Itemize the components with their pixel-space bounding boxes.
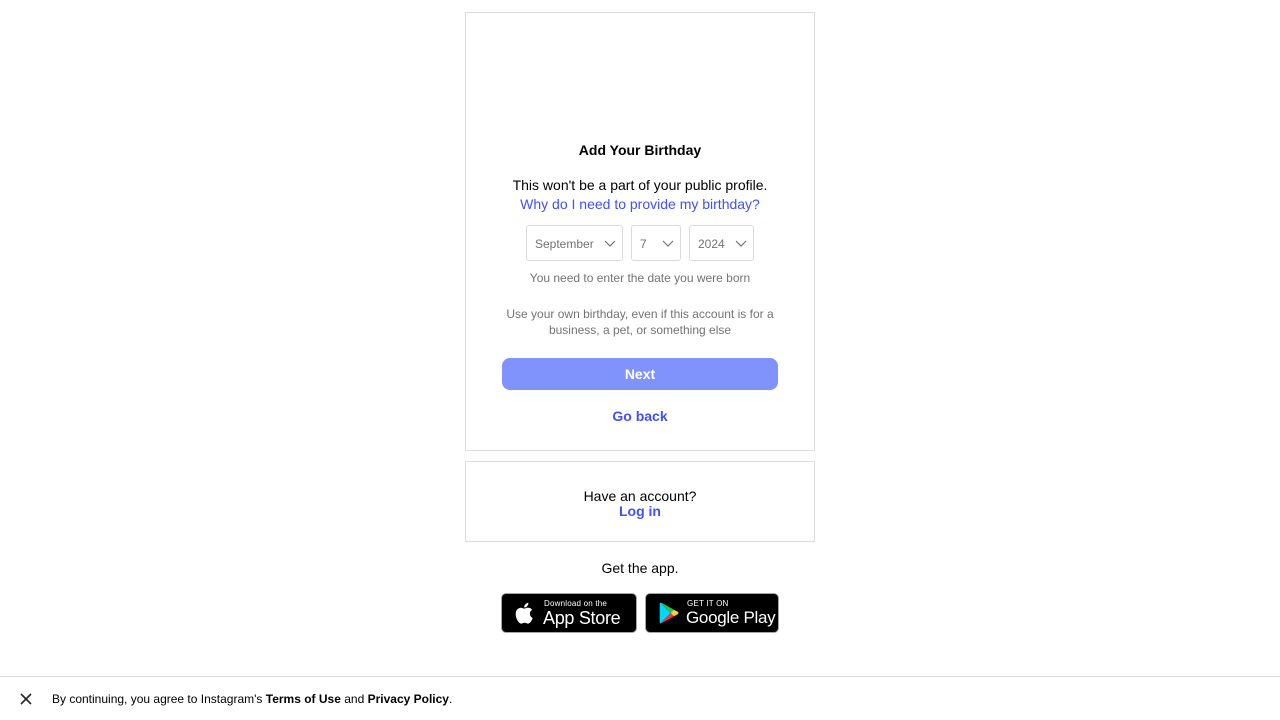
month-select[interactable]: September <box>526 225 623 261</box>
google-play-small-text: GET IT ON <box>687 599 729 608</box>
subtitle: This won't be a part of your public prof… <box>512 177 768 193</box>
page-title: Add Your Birthday <box>578 142 702 158</box>
year-select[interactable]: 2024 <box>689 225 754 261</box>
google-play-icon <box>659 602 679 624</box>
next-button[interactable]: Next <box>502 358 778 390</box>
page: Add Your Birthday This won't be a part o… <box>0 0 1280 720</box>
cookie-footer: By continuing, you agree to Instagram's … <box>0 676 1280 720</box>
apple-icon <box>515 602 533 624</box>
month-value: September <box>535 237 594 251</box>
get-app-label: Get the app. <box>601 560 679 576</box>
chevron-down-icon <box>735 240 747 247</box>
day-value: 7 <box>640 237 647 251</box>
terms-prefix: By continuing, you agree to Instagram's <box>52 692 266 706</box>
close-icon[interactable] <box>18 691 34 707</box>
google-play-badge[interactable]: GET IT ON Google Play <box>645 593 779 633</box>
terms-suffix: . <box>448 692 453 706</box>
app-store-badge[interactable]: Download on the App Store <box>501 593 637 633</box>
terms-of-use-link[interactable]: Terms of Use <box>266 692 341 706</box>
chevron-down-icon <box>604 240 616 247</box>
have-account-text: Have an account? <box>583 488 697 504</box>
google-play-big-text: Google Play <box>686 608 776 627</box>
app-store-small-text: Download on the <box>544 599 608 608</box>
birthday-hint: You need to enter the date you were born <box>529 271 751 285</box>
terms-notice: By continuing, you agree to Instagram's … <box>52 692 452 706</box>
terms-and: and <box>340 692 368 706</box>
chevron-down-icon <box>662 240 674 247</box>
day-select[interactable]: 7 <box>631 225 681 261</box>
go-back-link[interactable]: Go back <box>466 407 814 425</box>
app-store-big-text: App Store <box>543 608 621 628</box>
login-link[interactable]: Log in <box>466 503 814 519</box>
birthday-card: Add Your Birthday This won't be a part o… <box>465 12 815 451</box>
login-card: Have an account? Log in <box>465 461 815 542</box>
year-value: 2024 <box>698 237 725 251</box>
birthday-info: Use your own birthday, even if this acco… <box>506 307 774 337</box>
why-birthday-link[interactable]: Why do I need to provide my birthday? <box>466 195 814 213</box>
privacy-policy-link[interactable]: Privacy Policy <box>368 692 449 706</box>
